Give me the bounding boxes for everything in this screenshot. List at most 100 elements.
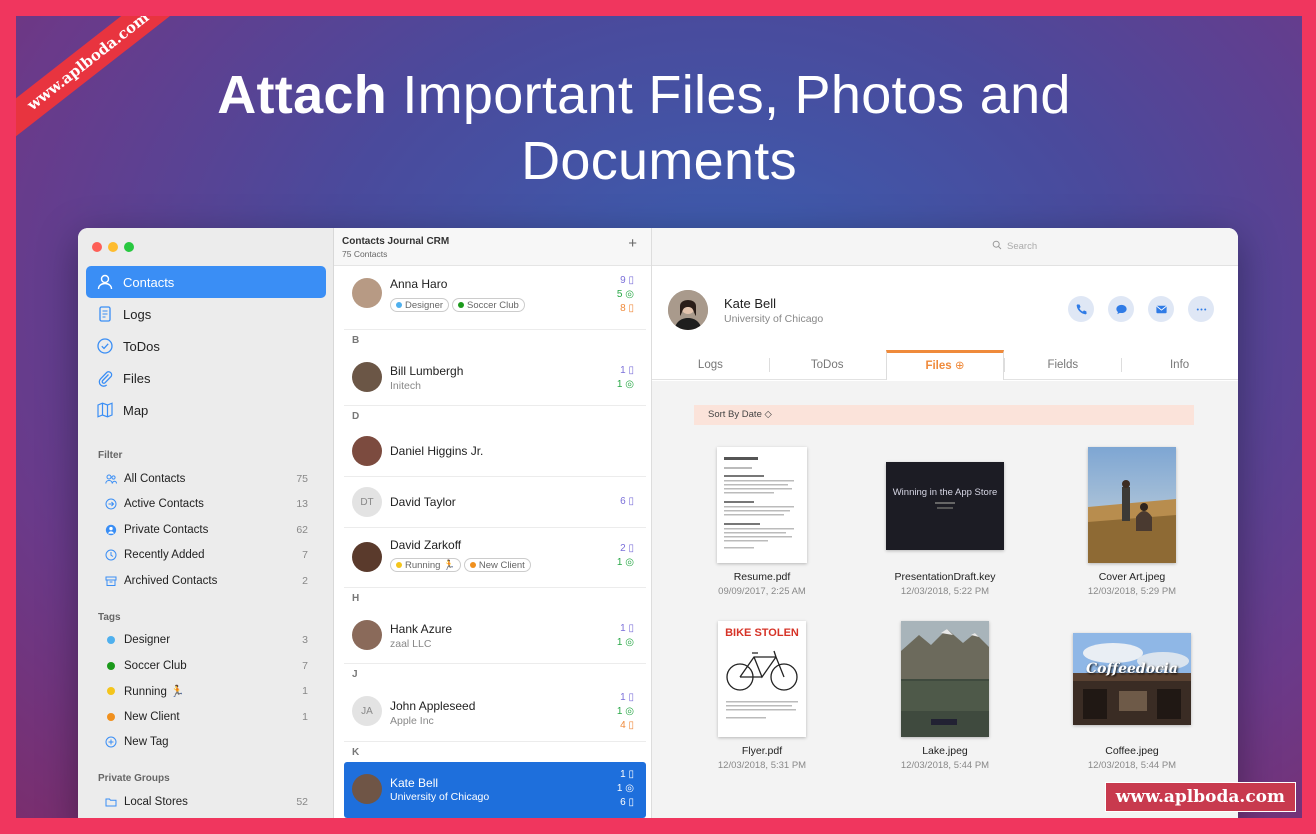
tag-color-dot bbox=[106, 687, 115, 696]
group-label: Local Stores bbox=[124, 795, 188, 808]
file-name: Coffee.jpeg bbox=[1105, 745, 1159, 757]
tag-color-dot bbox=[106, 636, 115, 645]
file-resume[interactable]: Resume.pdf 09/09/2017, 2:25 AM bbox=[682, 447, 842, 597]
tag-running[interactable]: Running 🏃 1 bbox=[86, 679, 326, 705]
person-circle-icon bbox=[104, 523, 117, 536]
chat-bubble-icon bbox=[1115, 304, 1127, 314]
filter-count: 75 bbox=[296, 472, 308, 485]
tab-info[interactable]: Info bbox=[1121, 350, 1238, 379]
contact-name: Hank Azure bbox=[390, 622, 453, 636]
tag-color-dot bbox=[106, 661, 115, 670]
add-contact-button[interactable]: + bbox=[628, 235, 637, 252]
contact-row-david-taylor[interactable]: DT David Taylor 6 ▯ bbox=[344, 477, 646, 528]
tag-count: 3 bbox=[302, 634, 308, 647]
tag-soccer-club[interactable]: Soccer Club 7 bbox=[86, 653, 326, 679]
tag-designer[interactable]: Designer 3 bbox=[86, 628, 326, 654]
sidebar-nav: Contacts Logs ToDos Files Map Filter All… bbox=[86, 266, 326, 815]
sidebar-item-files[interactable]: Files bbox=[86, 362, 326, 394]
contact-row-kate-bell[interactable]: Kate Bell University of Chicago 1 ▯ 1 ◎ … bbox=[344, 762, 646, 818]
file-presentation[interactable]: Winning in the App Store PresentationDra… bbox=[865, 447, 1025, 597]
new-tag-button[interactable]: New Tag bbox=[86, 730, 326, 756]
section-letter: K bbox=[352, 747, 360, 758]
search-icon bbox=[992, 240, 1007, 253]
contact-counts: 6 ▯ bbox=[620, 496, 634, 507]
search-input[interactable]: Search bbox=[992, 236, 1228, 256]
checkmark-circle-icon bbox=[96, 337, 114, 355]
tab-logs[interactable]: Logs bbox=[652, 350, 769, 379]
filter-label: Private Contacts bbox=[124, 523, 209, 536]
contact-name: Kate Bell bbox=[724, 296, 777, 311]
filter-label: Archived Contacts bbox=[124, 574, 218, 587]
message-button[interactable] bbox=[1108, 296, 1134, 322]
filter-count: 62 bbox=[296, 523, 308, 536]
file-lake[interactable]: Lake.jpeg 12/03/2018, 5:44 PM bbox=[865, 621, 1025, 771]
file-date: 09/09/2017, 2:25 AM bbox=[718, 586, 806, 597]
group-local-stores[interactable]: Local Stores 52 bbox=[86, 789, 326, 815]
ellipsis-icon bbox=[1196, 307, 1206, 311]
filter-active-contacts[interactable]: Active Contacts 13 bbox=[86, 492, 326, 518]
minimize-window-button[interactable] bbox=[108, 242, 118, 252]
zoom-window-button[interactable] bbox=[124, 242, 134, 252]
files-grid: Sort By Date ◇ Resume.pdf 09/09/2017, 2:… bbox=[652, 381, 1238, 818]
tag-label: Soccer Club bbox=[124, 659, 187, 672]
file-date: 12/03/2018, 5:44 PM bbox=[900, 760, 990, 771]
sidebar-item-todos[interactable]: ToDos bbox=[86, 330, 326, 362]
filter-private-contacts[interactable]: Private Contacts 62 bbox=[86, 517, 326, 543]
envelope-icon bbox=[1155, 305, 1167, 313]
call-button[interactable] bbox=[1068, 296, 1094, 322]
sidebar-item-map[interactable]: Map bbox=[86, 394, 326, 426]
file-date: 12/03/2018, 5:22 PM bbox=[900, 586, 990, 597]
add-file-icon[interactable]: ⊕ bbox=[955, 360, 965, 372]
filter-archived-contacts[interactable]: Archived Contacts 2 bbox=[86, 568, 326, 594]
contact-row-john-appleseed[interactable]: JA John Appleseed Apple Inc 1 ▯ 1 ◎ 4 ▯ bbox=[344, 684, 646, 742]
contact-row-bill-lumbergh[interactable]: Bill Lumbergh Initech 1 ▯ 1 ◎ bbox=[344, 350, 646, 406]
filter-section-title: Filter bbox=[98, 450, 123, 461]
contact-row-daniel-higgins[interactable]: Daniel Higgins Jr. bbox=[344, 426, 646, 477]
todo-count-icon: ◎ bbox=[625, 289, 634, 300]
promo-background: www.aplboda.com Attach Important Files, … bbox=[16, 16, 1302, 818]
tag-chip: Soccer Club bbox=[452, 298, 525, 312]
more-button[interactable] bbox=[1188, 296, 1214, 322]
tag-color-dot bbox=[106, 712, 115, 721]
sign-text: Coffeedocia bbox=[1086, 661, 1178, 677]
bicycle-icon bbox=[726, 650, 798, 719]
tag-count: 1 bbox=[302, 710, 308, 723]
log-count-icon: ▯ bbox=[628, 275, 634, 286]
photo-thumbnail: Coffeedocia bbox=[1073, 633, 1191, 725]
contact-company: Initech bbox=[390, 380, 421, 392]
contact-row-anna-haro[interactable]: Anna Haro Designer Soccer Club 9 ▯ 5 ◎ 8… bbox=[344, 268, 646, 330]
contact-name: Kate Bell bbox=[390, 776, 439, 790]
list-title: Contacts Journal CRM bbox=[342, 236, 450, 247]
file-coffee[interactable]: Coffeedocia Coffee.jpeg 12/03/2018, 5:44… bbox=[1052, 621, 1212, 771]
file-cover-art[interactable]: Cover Art.jpeg 12/03/2018, 5:29 PM bbox=[1052, 447, 1212, 597]
sidebar-item-label: Logs bbox=[123, 306, 152, 322]
close-window-button[interactable] bbox=[92, 242, 102, 252]
clock-icon bbox=[104, 549, 117, 562]
pdf-thumbnail: BIKE STOLEN bbox=[718, 621, 806, 737]
sidebar-item-contacts[interactable]: Contacts bbox=[86, 266, 326, 298]
contact-tags: Running 🏃 New Client bbox=[390, 558, 534, 572]
detail-tabs: Logs ToDos Files ⊕ Fields Info bbox=[652, 350, 1238, 380]
file-date: 12/03/2018, 5:29 PM bbox=[1087, 586, 1177, 597]
tag-label: Running 🏃 bbox=[124, 686, 185, 699]
contact-row-hank-azure[interactable]: Hank Azure zaal LLC 1 ▯ 1 ◎ bbox=[344, 608, 646, 664]
sort-dropdown[interactable]: Sort By Date ◇ bbox=[694, 405, 1194, 425]
tab-todos[interactable]: ToDos bbox=[768, 350, 886, 379]
contact-name: Daniel Higgins Jr. bbox=[390, 444, 484, 458]
tab-fields[interactable]: Fields bbox=[1004, 350, 1121, 379]
headline-bold: Attach bbox=[217, 65, 388, 125]
file-name: PresentationDraft.key bbox=[894, 571, 996, 583]
filter-all-contacts[interactable]: All Contacts 75 bbox=[86, 466, 326, 492]
contact-row-david-zarkoff[interactable]: David Zarkoff Running 🏃 New Client 2 ▯ 1… bbox=[344, 528, 646, 588]
sidebar-item-logs[interactable]: Logs bbox=[86, 298, 326, 330]
email-button[interactable] bbox=[1148, 296, 1174, 322]
file-flyer[interactable]: BIKE STOLEN Flyer.pdf 12/03/2018, 5:31 P… bbox=[682, 621, 842, 771]
contact-list-pane: Contacts Journal CRM 75 Contacts + Anna … bbox=[334, 228, 652, 818]
section-letter: B bbox=[352, 335, 360, 346]
plus-circle-icon bbox=[104, 736, 117, 749]
filter-recently-added[interactable]: Recently Added 7 bbox=[86, 543, 326, 569]
filter-label: All Contacts bbox=[124, 472, 186, 485]
avatar bbox=[352, 542, 382, 572]
tag-new-client[interactable]: New Client 1 bbox=[86, 704, 326, 730]
tab-files[interactable]: Files ⊕ bbox=[885, 350, 1005, 380]
